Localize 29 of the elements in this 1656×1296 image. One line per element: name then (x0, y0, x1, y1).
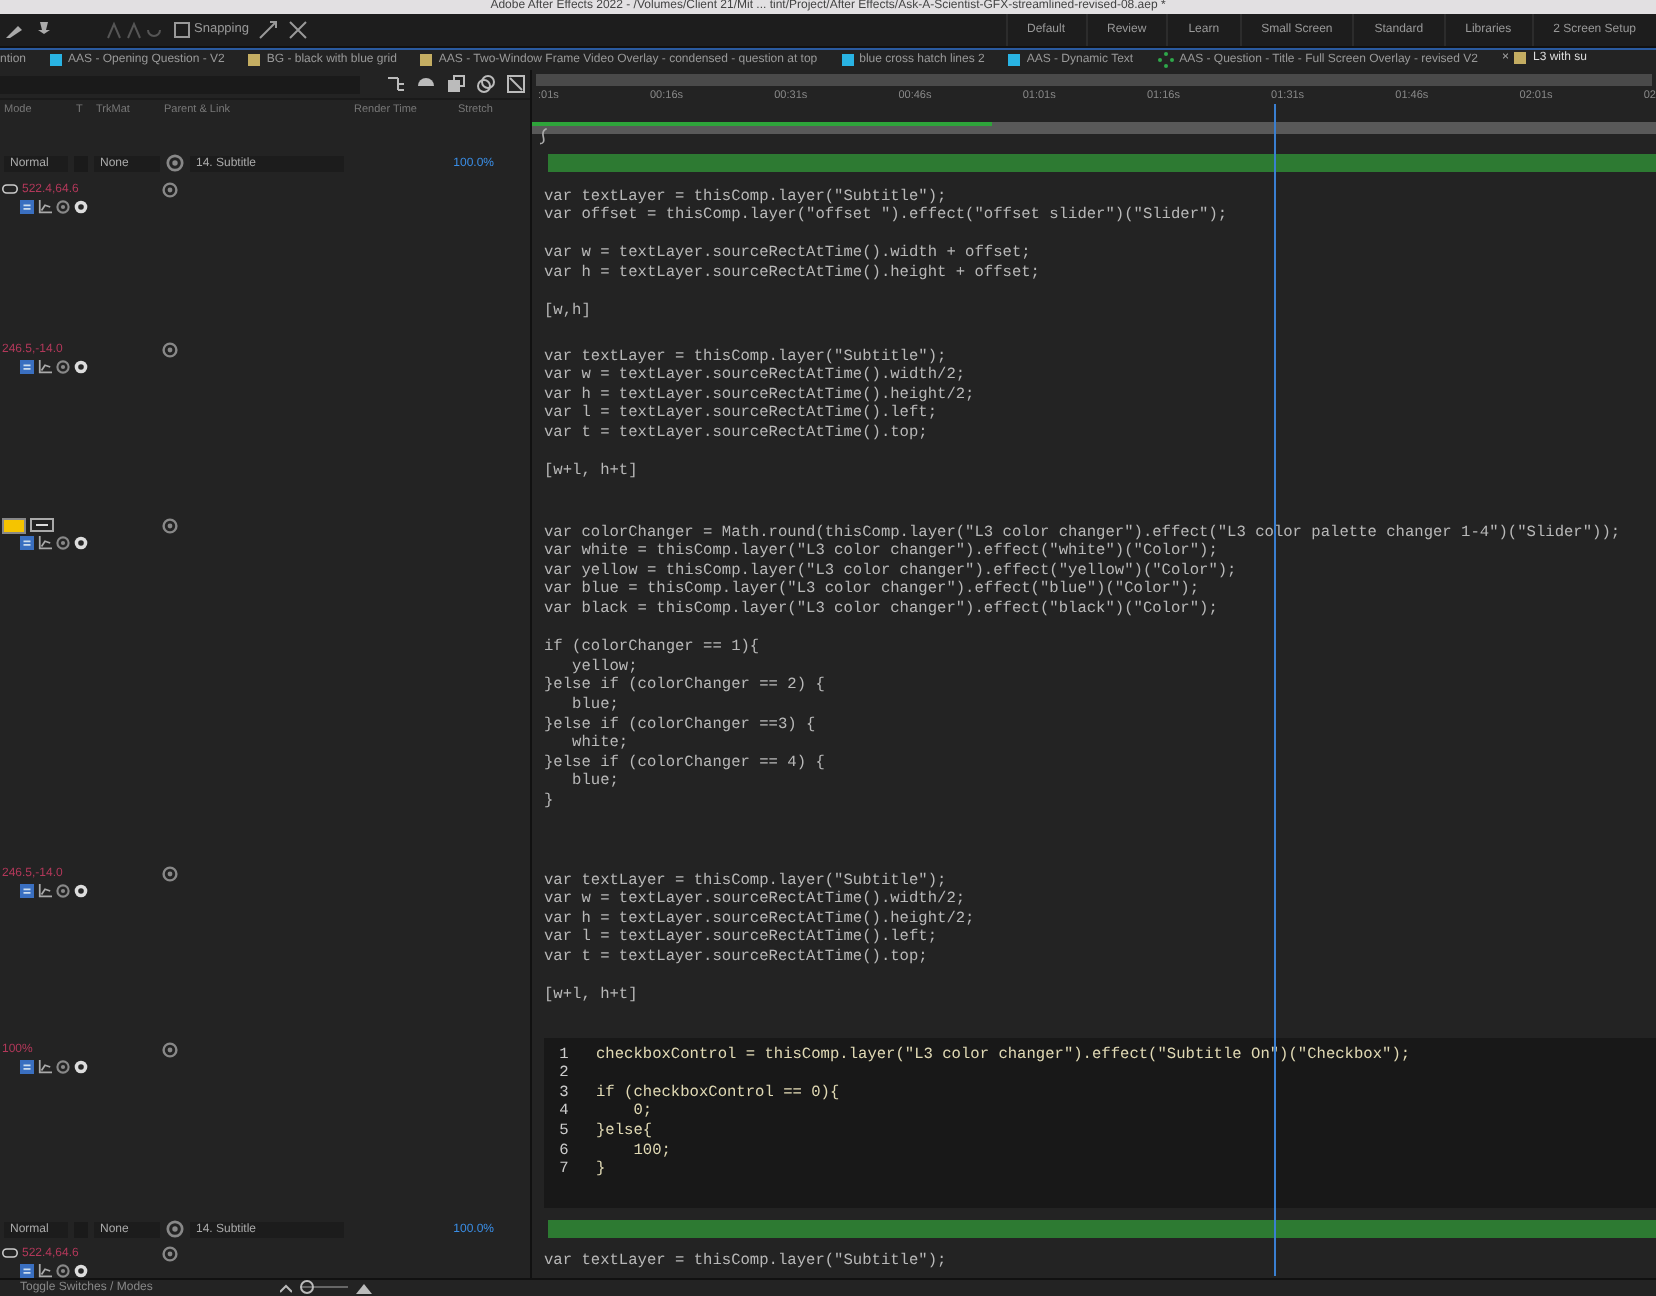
expression-toggle-icon[interactable] (20, 1059, 34, 1074)
link-icon[interactable] (2, 1248, 18, 1259)
expression-toggle-icon[interactable] (20, 199, 34, 214)
graph-icon[interactable] (38, 535, 52, 550)
expression-toggle-icon[interactable] (20, 535, 34, 550)
zoom-out-icon[interactable] (280, 1281, 293, 1294)
layer-duration-bar[interactable] (548, 153, 1656, 172)
zoom-slider-thumb[interactable] (299, 1280, 314, 1295)
graph-icon[interactable] (38, 199, 52, 214)
graph-editor-icon[interactable] (506, 74, 526, 95)
pin-icon[interactable] (34, 19, 54, 40)
flowchart-icon[interactable] (386, 74, 406, 95)
zoom-in-icon[interactable] (356, 1281, 373, 1294)
snap-corners-icon[interactable] (288, 19, 309, 40)
color-swatch[interactable] (2, 517, 26, 534)
layer-duration-bar[interactable] (548, 1219, 1656, 1238)
graph-icon[interactable] (38, 359, 52, 374)
expression-toggle-icon[interactable] (20, 1263, 34, 1278)
graph-icon[interactable] (38, 1059, 52, 1074)
graph-icon[interactable] (38, 1263, 52, 1278)
graph-icon[interactable] (38, 883, 52, 898)
eyedropper-icon[interactable] (30, 518, 54, 533)
circles-icon[interactable] (476, 74, 496, 95)
link-icon[interactable] (2, 184, 18, 195)
expression-toggle-icon[interactable] (20, 883, 34, 898)
expression-toggle-icon[interactable] (20, 359, 34, 374)
frames-icon[interactable] (446, 74, 466, 95)
snap-edges-icon[interactable] (258, 19, 279, 40)
marker-icon[interactable] (540, 127, 550, 146)
